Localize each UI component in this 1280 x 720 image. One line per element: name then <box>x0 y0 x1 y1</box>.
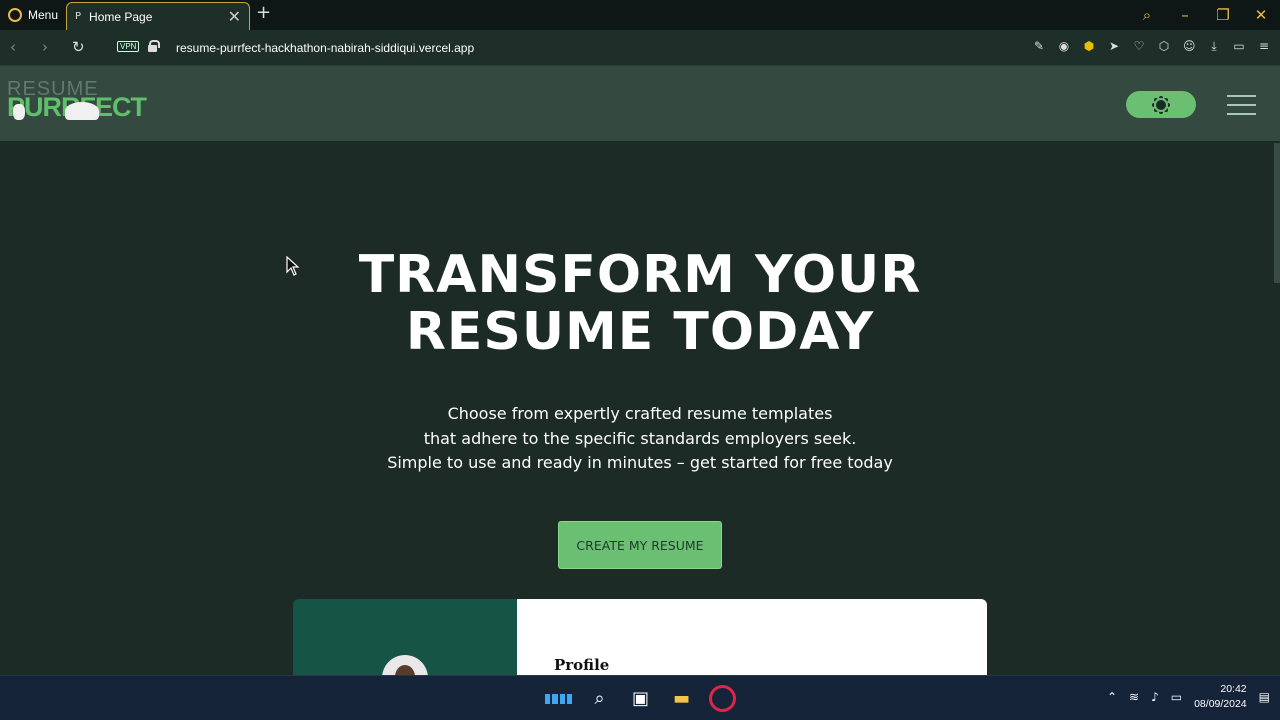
minimize-button[interactable]: – <box>1166 6 1204 24</box>
restore-button[interactable]: ❐ <box>1204 6 1242 24</box>
taskbar-apps: ⌕ ▣ ▬ <box>545 685 736 712</box>
clock[interactable]: 20:42 08/09/2024 <box>1194 682 1247 712</box>
profile-icon[interactable]: ☺ <box>1183 39 1196 54</box>
tab-favicon-icon: P <box>75 11 82 22</box>
extensions-cube-icon[interactable]: ⬡ <box>1158 39 1170 54</box>
forward-button[interactable]: › <box>42 38 48 56</box>
hero-title-line-2: RESUME TODAY <box>405 302 875 362</box>
close-window-button[interactable]: ✕ <box>1242 6 1280 24</box>
resume-profile-heading: Profile <box>554 656 610 674</box>
search-icon[interactable]: ⌕ <box>586 685 613 712</box>
resume-preview-body: Profile <box>517 599 987 675</box>
site-header: RESUME PURRFECT <box>0 66 1280 141</box>
back-button[interactable]: ‹ <box>10 38 16 56</box>
lock-icon[interactable] <box>148 40 160 52</box>
battery-saver-icon[interactable]: ▭ <box>1233 39 1245 54</box>
opera-logo-icon <box>8 8 22 22</box>
avatar <box>382 655 428 675</box>
hero-subtitle-line-1: Choose from expertly crafted resume temp… <box>447 404 833 423</box>
clock-time: 20:42 <box>1220 683 1247 695</box>
clock-date: 08/09/2024 <box>1194 698 1247 710</box>
tab-title: Home Page <box>89 9 153 24</box>
opera-taskbar-icon[interactable] <box>709 685 736 712</box>
browser-tab-bar: Menu P Home Page ✕ + ⌕ – ❐ ✕ <box>0 0 1280 30</box>
notifications-icon[interactable]: ▤ <box>1259 690 1270 704</box>
resume-preview-sidebar <box>293 599 517 675</box>
tab-close-icon[interactable]: ✕ <box>228 7 241 26</box>
edit-icon[interactable]: ✎ <box>1033 39 1045 54</box>
vpn-badge[interactable]: VPN <box>117 41 140 52</box>
cat-silhouette-icon <box>65 102 99 120</box>
address-bar-actions: ✎ ◉ ⬢ ➤ ♡ ⬡ ☺ ⤓ ▭ ≡ <box>1033 39 1270 54</box>
hero-subtitle-line-3: Simple to use and ready in minutes – get… <box>387 453 893 472</box>
resume-preview-card: Profile <box>293 599 987 675</box>
show-hidden-icons-icon[interactable]: ⌃ <box>1107 690 1117 704</box>
site-logo[interactable]: RESUME PURRFECT <box>7 78 153 124</box>
easy-setup-icon[interactable]: ≡ <box>1258 39 1270 54</box>
cat-head-icon <box>13 104 25 120</box>
hero-section: TRANSFORM YOUR RESUME TODAY Choose from … <box>0 141 1280 675</box>
heart-icon[interactable]: ♡ <box>1133 39 1145 54</box>
hero-title-line-1: TRANSFORM YOUR <box>358 245 922 305</box>
new-tab-button[interactable]: + <box>256 2 271 23</box>
theme-toggle-button[interactable] <box>1126 91 1196 118</box>
address-bar: ‹ › ↻ VPN resume-purrfect-hackhathon-nab… <box>0 30 1280 66</box>
search-tabs-icon[interactable]: ⌕ <box>1128 6 1166 24</box>
hero-subtitle: Choose from expertly crafted resume temp… <box>0 402 1280 476</box>
browser-menu-label: Menu <box>28 8 59 22</box>
adblock-shield-icon[interactable]: ⬢ <box>1083 39 1095 54</box>
hamburger-menu-icon[interactable] <box>1227 95 1256 115</box>
hero-subtitle-line-2: that adhere to the specific standards em… <box>423 428 857 448</box>
camera-icon[interactable]: ◉ <box>1058 39 1070 54</box>
battery-icon[interactable]: ▭ <box>1171 690 1182 704</box>
system-tray: ⌃ ≋ ♪ ▭ 20:42 08/09/2024 ▤ <box>1107 682 1270 712</box>
create-resume-button[interactable]: CREATE MY RESUME <box>558 521 722 569</box>
windows-taskbar: ⌕ ▣ ▬ ⌃ ≋ ♪ ▭ 20:42 08/09/2024 ▤ <box>0 675 1280 720</box>
windows-start-icon[interactable] <box>545 685 572 712</box>
window-controls: ⌕ – ❐ ✕ <box>1128 0 1280 30</box>
wifi-icon[interactable]: ≋ <box>1129 690 1139 704</box>
url-field[interactable]: resume-purrfect-hackhathon-nabirah-siddi… <box>176 41 474 55</box>
volume-icon[interactable]: ♪ <box>1151 690 1159 704</box>
tab-home-page[interactable]: P Home Page ✕ <box>66 2 250 30</box>
store-icon[interactable]: ▣ <box>627 685 654 712</box>
browser-menu-button[interactable]: Menu <box>0 0 64 30</box>
sun-icon <box>1156 99 1166 110</box>
file-explorer-icon[interactable]: ▬ <box>668 685 695 712</box>
download-icon[interactable]: ⤓ <box>1208 39 1220 54</box>
send-icon[interactable]: ➤ <box>1108 39 1120 54</box>
reload-button[interactable]: ↻ <box>72 38 85 56</box>
hero-title: TRANSFORM YOUR RESUME TODAY <box>0 247 1280 361</box>
